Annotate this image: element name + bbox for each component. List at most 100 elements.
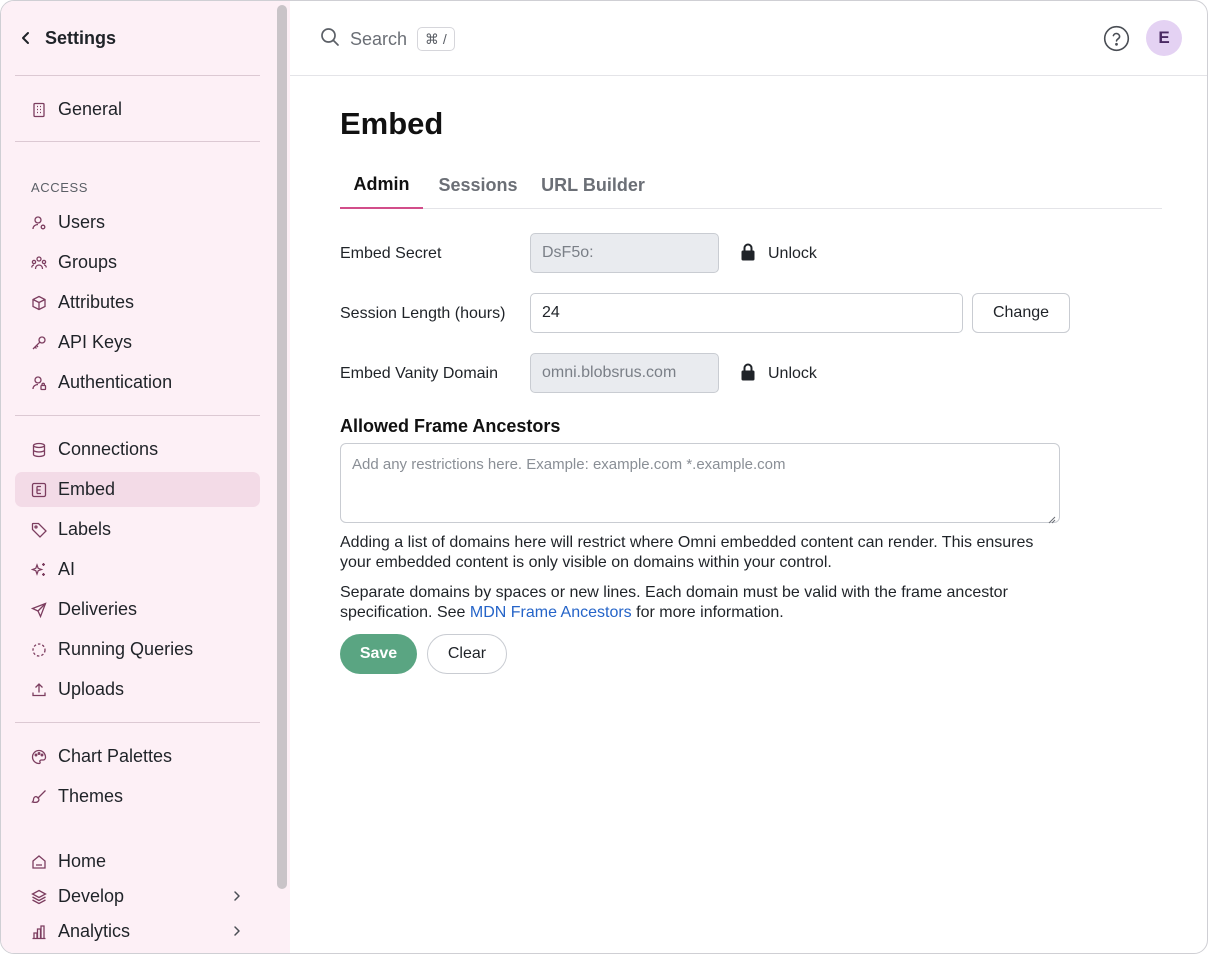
search-shortcut-badge: ⌘ / (417, 27, 455, 51)
user-gear-icon (31, 215, 47, 231)
sidebar-item-groups[interactable]: Groups (15, 245, 260, 280)
home-icon (31, 854, 47, 870)
chevron-right-icon (230, 889, 244, 903)
sidebar-item-chart-palettes[interactable]: Chart Palettes (15, 739, 260, 774)
sidebar-item-label: Home (58, 851, 107, 871)
sidebar-item-labels[interactable]: Labels (15, 512, 260, 547)
tab-admin[interactable]: Admin (340, 166, 423, 209)
sidebar-item-attributes[interactable]: Attributes (15, 285, 260, 320)
tab-bar: Admin Sessions URL Builder (340, 166, 1162, 209)
search-icon (320, 27, 340, 52)
sidebar-item-label: Develop (58, 886, 125, 906)
sidebar-divider (15, 722, 260, 723)
sidebar-item-label: Running Queries (58, 639, 194, 659)
spec-text-suffix: for more information. (631, 604, 784, 621)
sidebar-item-authentication[interactable]: Authentication (15, 365, 260, 400)
sidebar-item-themes[interactable]: Themes (15, 779, 260, 814)
sidebar-item-running-queries[interactable]: Running Queries (15, 632, 260, 667)
resize-handle-icon[interactable] (1048, 511, 1056, 524)
user-avatar[interactable]: E (1146, 20, 1182, 56)
sidebar-item-label: Authentication (58, 372, 173, 392)
mdn-frame-ancestors-link[interactable]: MDN Frame Ancestors (470, 604, 632, 621)
vanity-domain-label: Embed Vanity Domain (340, 365, 498, 382)
user-lock-icon (31, 375, 47, 391)
embed-secret-field[interactable]: DsF5o: (530, 233, 719, 273)
database-icon (31, 442, 47, 458)
sidebar-scrollbar[interactable] (277, 5, 287, 889)
lock-icon (740, 363, 756, 386)
group-icon (31, 255, 47, 271)
cube-icon (31, 295, 47, 311)
embed-icon (31, 482, 47, 498)
sidebar-item-label: Attributes (58, 292, 135, 312)
sidebar-item-api-keys[interactable]: API Keys (15, 325, 260, 360)
sidebar-item-label: Groups (58, 252, 118, 272)
tab-url-builder[interactable]: URL Builder (538, 166, 648, 209)
vanity-domain-field[interactable]: omni.blobsrus.com (530, 353, 719, 393)
sparkles-icon (31, 562, 47, 578)
loading-circle-icon (31, 642, 47, 658)
app-window: Settings General ACCESS Users Groups Att… (0, 0, 1208, 954)
sidebar-header: Settings (17, 21, 116, 55)
settings-sidebar: Settings General ACCESS Users Groups Att… (1, 1, 290, 953)
building-icon (31, 102, 47, 118)
sidebar-item-ai[interactable]: AI (15, 552, 260, 587)
brush-icon (31, 789, 47, 805)
sidebar-item-label: Uploads (58, 679, 125, 699)
ancestors-help-text: Adding a list of domains here will restr… (340, 534, 1034, 571)
sidebar-item-connections[interactable]: Connections (15, 432, 260, 467)
save-button[interactable]: Save (340, 634, 417, 674)
top-bar: Search ⌘ / E (290, 1, 1207, 76)
search-placeholder: Search (350, 28, 408, 49)
unlock-label: Unlock (768, 365, 817, 382)
bar-chart-icon (31, 924, 47, 940)
tag-icon (31, 522, 47, 538)
sidebar-item-develop[interactable]: Develop (15, 879, 260, 914)
sidebar-divider (15, 75, 260, 76)
sidebar-divider (15, 415, 260, 416)
embed-secret-label: Embed Secret (340, 245, 442, 262)
unlock-embed-secret-button[interactable]: Unlock (740, 243, 817, 265)
lock-icon (740, 243, 756, 266)
textarea-placeholder: Add any restrictions here. Example: exam… (352, 456, 786, 473)
session-length-label: Session Length (hours) (340, 305, 506, 322)
sidebar-item-analytics[interactable]: Analytics (15, 914, 260, 949)
sidebar-item-users[interactable]: Users (15, 205, 260, 240)
frame-ancestors-textarea[interactable]: Add any restrictions here. Example: exam… (340, 443, 1060, 524)
search-bar[interactable]: Search ⌘ / (320, 25, 455, 53)
tab-sessions[interactable]: Sessions (433, 166, 523, 209)
sidebar-item-embed[interactable]: Embed (15, 472, 260, 507)
sidebar-item-label: Embed (58, 479, 116, 499)
sidebar-section-access: ACCESS (31, 180, 89, 195)
sidebar-item-label: General (58, 99, 123, 119)
sidebar-item-label: Users (58, 212, 106, 232)
sidebar-title: Settings (45, 27, 117, 48)
unlock-vanity-domain-button[interactable]: Unlock (740, 363, 817, 385)
change-button[interactable]: Change (972, 293, 1070, 333)
help-icon[interactable] (1103, 25, 1130, 52)
session-length-input[interactable]: 24 (530, 293, 963, 333)
main-content: Embed Admin Sessions URL Builder Embed S… (290, 76, 1207, 953)
page-title: Embed (340, 106, 444, 141)
ancestors-spec-text: Separate domains by spaces or new lines.… (340, 583, 1060, 623)
ancestors-title: Allowed Frame Ancestors (340, 416, 561, 436)
sidebar-item-deliveries[interactable]: Deliveries (15, 592, 260, 627)
clear-button[interactable]: Clear (427, 634, 507, 674)
sidebar-item-uploads[interactable]: Uploads (15, 672, 260, 707)
sidebar-item-home[interactable]: Home (15, 844, 260, 879)
sidebar-item-label: API Keys (58, 332, 133, 352)
unlock-label: Unlock (768, 245, 817, 262)
upload-icon (31, 682, 47, 698)
layers-icon (31, 889, 47, 905)
key-icon (31, 335, 47, 351)
sidebar-item-general[interactable]: General (15, 92, 260, 127)
sidebar-item-label: Connections (58, 439, 159, 459)
back-chevron-icon[interactable] (17, 29, 35, 47)
sidebar-item-label: Analytics (58, 921, 131, 941)
sidebar-item-label: Labels (58, 519, 112, 539)
palette-icon (31, 749, 47, 765)
sidebar-item-label: Themes (58, 786, 124, 806)
sidebar-item-label: Chart Palettes (58, 746, 173, 766)
sidebar-divider (15, 141, 260, 142)
sidebar-item-label: AI (58, 559, 76, 579)
